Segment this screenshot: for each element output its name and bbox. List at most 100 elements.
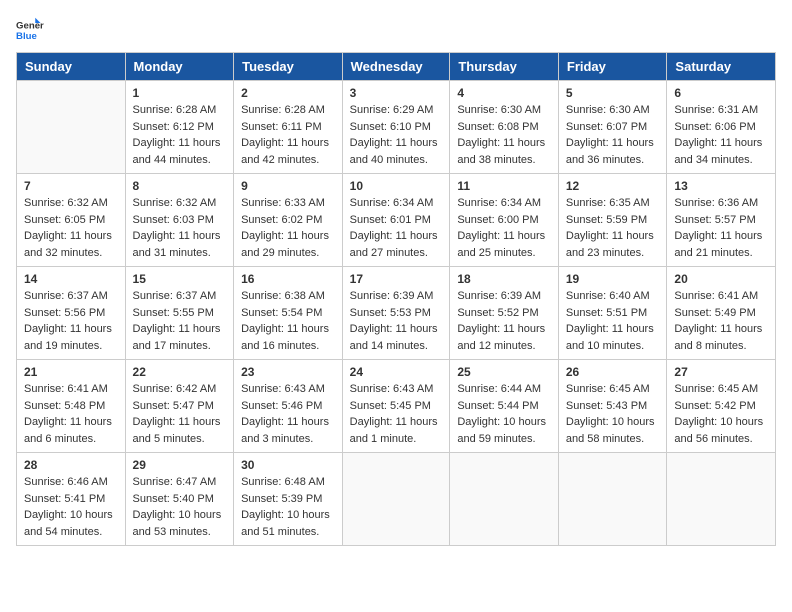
week-row-5: 28 Sunrise: 6:46 AMSunset: 5:41 PMDayligh… [17,453,776,546]
svg-text:Blue: Blue [16,31,37,42]
week-row-2: 7 Sunrise: 6:32 AMSunset: 6:05 PMDaylight… [17,174,776,267]
calendar-cell [558,453,667,546]
day-number: 30 [241,458,335,472]
day-number: 21 [24,365,118,379]
calendar-cell: 26 Sunrise: 6:45 AMSunset: 5:43 PMDayligh… [558,360,667,453]
day-number: 4 [457,86,551,100]
day-info: Sunrise: 6:45 AMSunset: 5:42 PMDaylight:… [674,381,768,447]
day-number: 17 [350,272,443,286]
day-number: 5 [566,86,660,100]
calendar-cell: 5Sunrise: 6:30 AMSunset: 6:07 PMDaylight… [558,81,667,174]
day-info: Sunrise: 6:34 AMSunset: 6:00 PMDaylight:… [457,195,551,261]
day-info: Sunrise: 6:46 AMSunset: 5:41 PMDaylight:… [24,474,118,540]
page-header: General Blue [16,16,776,44]
calendar-cell: 21 Sunrise: 6:41 AMSunset: 5:48 PMDayligh… [17,360,126,453]
calendar-cell: 23Sunrise: 6:43 AMSunset: 5:46 PMDayligh… [234,360,343,453]
calendar-body: 1 Sunrise: 6:28 AMSunset: 6:12 PMDaylight… [17,81,776,546]
day-info: Sunrise: 6:43 AMSunset: 5:45 PMDaylight:… [350,381,443,447]
day-info: Sunrise: 6:31 AMSunset: 6:06 PMDaylight:… [674,102,768,168]
calendar-cell: 29 Sunrise: 6:47 AMSunset: 5:40 PMDayligh… [125,453,234,546]
day-number: 14 [24,272,118,286]
day-number: 16 [241,272,335,286]
calendar-cell: 14 Sunrise: 6:37 AMSunset: 5:56 PMDayligh… [17,267,126,360]
day-number: 26 [566,365,660,379]
day-info: Sunrise: 6:35 AMSunset: 5:59 PMDaylight:… [566,195,660,261]
calendar-cell: 24 Sunrise: 6:43 AMSunset: 5:45 PMDayligh… [342,360,450,453]
day-info: Sunrise: 6:33 AMSunset: 6:02 PMDaylight:… [241,195,335,261]
calendar-cell: 22Sunrise: 6:42 AMSunset: 5:47 PMDayligh… [125,360,234,453]
day-number: 1 [133,86,227,100]
calendar-cell [667,453,776,546]
day-info: Sunrise: 6:30 AMSunset: 6:08 PMDaylight:… [457,102,551,168]
calendar-cell: 17 Sunrise: 6:39 AMSunset: 5:53 PMDayligh… [342,267,450,360]
day-info: Sunrise: 6:39 AMSunset: 5:52 PMDaylight:… [457,288,551,354]
day-number: 19 [566,272,660,286]
day-number: 11 [457,179,551,193]
day-number: 13 [674,179,768,193]
svg-text:General: General [16,20,44,31]
calendar-cell: 25 Sunrise: 6:44 AMSunset: 5:44 PMDayligh… [450,360,559,453]
day-number: 28 [24,458,118,472]
day-number: 20 [674,272,768,286]
day-number: 7 [24,179,118,193]
calendar-cell: 18Sunrise: 6:39 AMSunset: 5:52 PMDayligh… [450,267,559,360]
calendar-cell: 20 Sunrise: 6:41 AMSunset: 5:49 PMDayligh… [667,267,776,360]
day-number: 27 [674,365,768,379]
week-row-3: 14 Sunrise: 6:37 AMSunset: 5:56 PMDayligh… [17,267,776,360]
day-info: Sunrise: 6:43 AMSunset: 5:46 PMDaylight:… [241,381,335,447]
calendar-cell: 11 Sunrise: 6:34 AMSunset: 6:00 PMDayligh… [450,174,559,267]
day-info: Sunrise: 6:36 AMSunset: 5:57 PMDaylight:… [674,195,768,261]
weekday-header-friday: Friday [558,53,667,81]
day-info: Sunrise: 6:45 AMSunset: 5:43 PMDaylight:… [566,381,660,447]
day-number: 25 [457,365,551,379]
calendar-cell: 6 Sunrise: 6:31 AMSunset: 6:06 PMDaylight… [667,81,776,174]
weekday-header-wednesday: Wednesday [342,53,450,81]
day-number: 24 [350,365,443,379]
calendar-cell [450,453,559,546]
calendar-cell [17,81,126,174]
day-number: 10 [350,179,443,193]
day-info: Sunrise: 6:39 AMSunset: 5:53 PMDaylight:… [350,288,443,354]
calendar-cell: 15 Sunrise: 6:37 AMSunset: 5:55 PMDayligh… [125,267,234,360]
week-row-1: 1 Sunrise: 6:28 AMSunset: 6:12 PMDaylight… [17,81,776,174]
day-number: 6 [674,86,768,100]
calendar-cell: 16Sunrise: 6:38 AMSunset: 5:54 PMDayligh… [234,267,343,360]
day-number: 29 [133,458,227,472]
day-info: Sunrise: 6:29 AMSunset: 6:10 PMDaylight:… [350,102,443,168]
day-info: Sunrise: 6:41 AMSunset: 5:49 PMDaylight:… [674,288,768,354]
weekday-header-thursday: Thursday [450,53,559,81]
day-number: 12 [566,179,660,193]
day-info: Sunrise: 6:37 AMSunset: 5:56 PMDaylight:… [24,288,118,354]
calendar-cell: 28 Sunrise: 6:46 AMSunset: 5:41 PMDayligh… [17,453,126,546]
day-info: Sunrise: 6:41 AMSunset: 5:48 PMDaylight:… [24,381,118,447]
day-info: Sunrise: 6:32 AMSunset: 6:03 PMDaylight:… [133,195,227,261]
logo-icon: General Blue [16,16,44,44]
day-info: Sunrise: 6:32 AMSunset: 6:05 PMDaylight:… [24,195,118,261]
calendar-cell: 8 Sunrise: 6:32 AMSunset: 6:03 PMDaylight… [125,174,234,267]
day-info: Sunrise: 6:47 AMSunset: 5:40 PMDaylight:… [133,474,227,540]
day-info: Sunrise: 6:48 AMSunset: 5:39 PMDaylight:… [241,474,335,540]
day-info: Sunrise: 6:28 AMSunset: 6:12 PMDaylight:… [133,102,227,168]
weekday-header-monday: Monday [125,53,234,81]
calendar-cell: 9 Sunrise: 6:33 AMSunset: 6:02 PMDaylight… [234,174,343,267]
day-number: 15 [133,272,227,286]
weekday-header-tuesday: Tuesday [234,53,343,81]
week-row-4: 21 Sunrise: 6:41 AMSunset: 5:48 PMDayligh… [17,360,776,453]
day-number: 8 [133,179,227,193]
calendar-cell: 7 Sunrise: 6:32 AMSunset: 6:05 PMDaylight… [17,174,126,267]
calendar-cell: 30 Sunrise: 6:48 AMSunset: 5:39 PMDayligh… [234,453,343,546]
calendar-cell: 3Sunrise: 6:29 AMSunset: 6:10 PMDaylight… [342,81,450,174]
day-info: Sunrise: 6:28 AMSunset: 6:11 PMDaylight:… [241,102,335,168]
day-number: 9 [241,179,335,193]
day-info: Sunrise: 6:40 AMSunset: 5:51 PMDaylight:… [566,288,660,354]
weekday-header-saturday: Saturday [667,53,776,81]
calendar-cell: 10Sunrise: 6:34 AMSunset: 6:01 PMDayligh… [342,174,450,267]
day-number: 22 [133,365,227,379]
calendar-table: SundayMondayTuesdayWednesdayThursdayFrid… [16,52,776,546]
calendar-cell: 13 Sunrise: 6:36 AMSunset: 5:57 PMDayligh… [667,174,776,267]
day-number: 2 [241,86,335,100]
day-info: Sunrise: 6:44 AMSunset: 5:44 PMDaylight:… [457,381,551,447]
day-info: Sunrise: 6:37 AMSunset: 5:55 PMDaylight:… [133,288,227,354]
weekday-header-sunday: Sunday [17,53,126,81]
calendar-cell: 12 Sunrise: 6:35 AMSunset: 5:59 PMDayligh… [558,174,667,267]
